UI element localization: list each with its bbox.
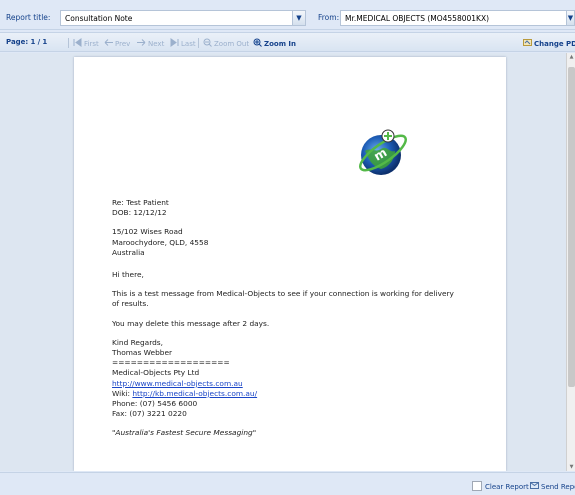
wiki-link[interactable]: http://kb.medical-objects.com.au/ <box>132 389 257 398</box>
page-indicator: Page: 1 / 1 <box>6 38 48 46</box>
from-dropdown-button[interactable]: ▼ <box>566 10 575 26</box>
clear-icon <box>472 481 482 491</box>
report-title-dropdown-button[interactable]: ▼ <box>292 10 306 26</box>
zoom-out-icon <box>203 38 212 47</box>
from-select[interactable]: Mr.MEDICAL OBJECTS (MO4558001KX) <box>340 10 567 26</box>
report-footer: Clear Report Send Report <box>0 472 575 495</box>
tagline: "Australia's Fastest Secure Messaging" <box>112 428 257 438</box>
from-label: From: <box>318 13 340 22</box>
website-link[interactable]: http://www.medical-objects.com.au <box>112 379 243 388</box>
next-page-button[interactable]: Next <box>137 38 164 48</box>
report-header: Report title: Consultation Note ▼ From: … <box>0 0 575 30</box>
last-page-icon <box>170 38 179 47</box>
greeting: Hi there, <box>112 270 144 280</box>
last-page-button[interactable]: Last <box>170 38 196 48</box>
chevron-down-icon: ▼ <box>296 14 302 22</box>
report-title-select[interactable]: Consultation Note <box>60 10 293 26</box>
report-title-label: Report title: <box>6 13 51 22</box>
divider-line: =================== <box>112 358 230 368</box>
message-text: This is a test message from Medical-Obje… <box>112 289 454 299</box>
message-text: You may delete this message after 2 days… <box>112 318 270 328</box>
fax-line: Fax: (07) 3221 0220 <box>112 409 187 419</box>
send-report-button[interactable]: Send Report <box>530 481 575 491</box>
address-line: 15/102 Wises Road <box>112 227 183 237</box>
address-line: Maroochydore, QLD, 4558 <box>112 237 209 247</box>
address-line: Australia <box>112 247 145 257</box>
page-current[interactable]: 1 <box>30 38 35 46</box>
wiki-label: Wiki: <box>112 388 133 398</box>
company-name: Medical-Objects Pty Ltd <box>112 368 200 378</box>
scrollbar-thumb[interactable] <box>568 67 575 387</box>
change-pdf-icon <box>523 38 532 47</box>
re-line: Re: Test Patient <box>112 198 169 207</box>
message-text: of results. <box>112 299 149 309</box>
clear-report-button[interactable]: Clear Report <box>472 481 529 491</box>
scroll-down-icon[interactable]: ▼ <box>568 464 575 470</box>
change-pdf-button[interactable]: Change PDF <box>523 38 575 48</box>
phone-line: Phone: (07) 5456 6000 <box>112 399 198 409</box>
pdf-toolbar: Page: 1 / 1 First Prev Next Last Zoom Ou… <box>0 32 575 52</box>
pdf-page: m Re: Test Patient DOB: 12/12/12 15/102 … <box>74 57 506 471</box>
pdf-viewer[interactable]: m Re: Test Patient DOB: 12/12/12 15/102 … <box>0 53 566 471</box>
chevron-down-icon: ▼ <box>567 14 574 22</box>
first-page-button[interactable]: First <box>73 38 99 48</box>
letter-body: Re: Test Patient DOB: 12/12/12 15/102 Wi… <box>112 198 492 439</box>
first-page-icon <box>73 38 82 47</box>
send-icon <box>530 481 539 490</box>
arrow-left-icon <box>104 38 113 47</box>
vertical-scrollbar[interactable]: ▲ ▼ <box>566 53 575 471</box>
zoom-in-button[interactable]: Zoom In <box>253 38 296 48</box>
medical-objects-logo: m <box>353 123 413 183</box>
prev-page-button[interactable]: Prev <box>104 38 130 48</box>
arrow-right-icon <box>137 38 146 47</box>
zoom-in-icon <box>253 38 262 47</box>
zoom-out-button[interactable]: Zoom Out <box>203 38 249 48</box>
closing: Kind Regards, <box>112 337 163 347</box>
dob-line: DOB: 12/12/12 <box>112 208 167 218</box>
sender-name: Thomas Webber <box>112 348 173 358</box>
scroll-up-icon[interactable]: ▲ <box>568 54 575 60</box>
